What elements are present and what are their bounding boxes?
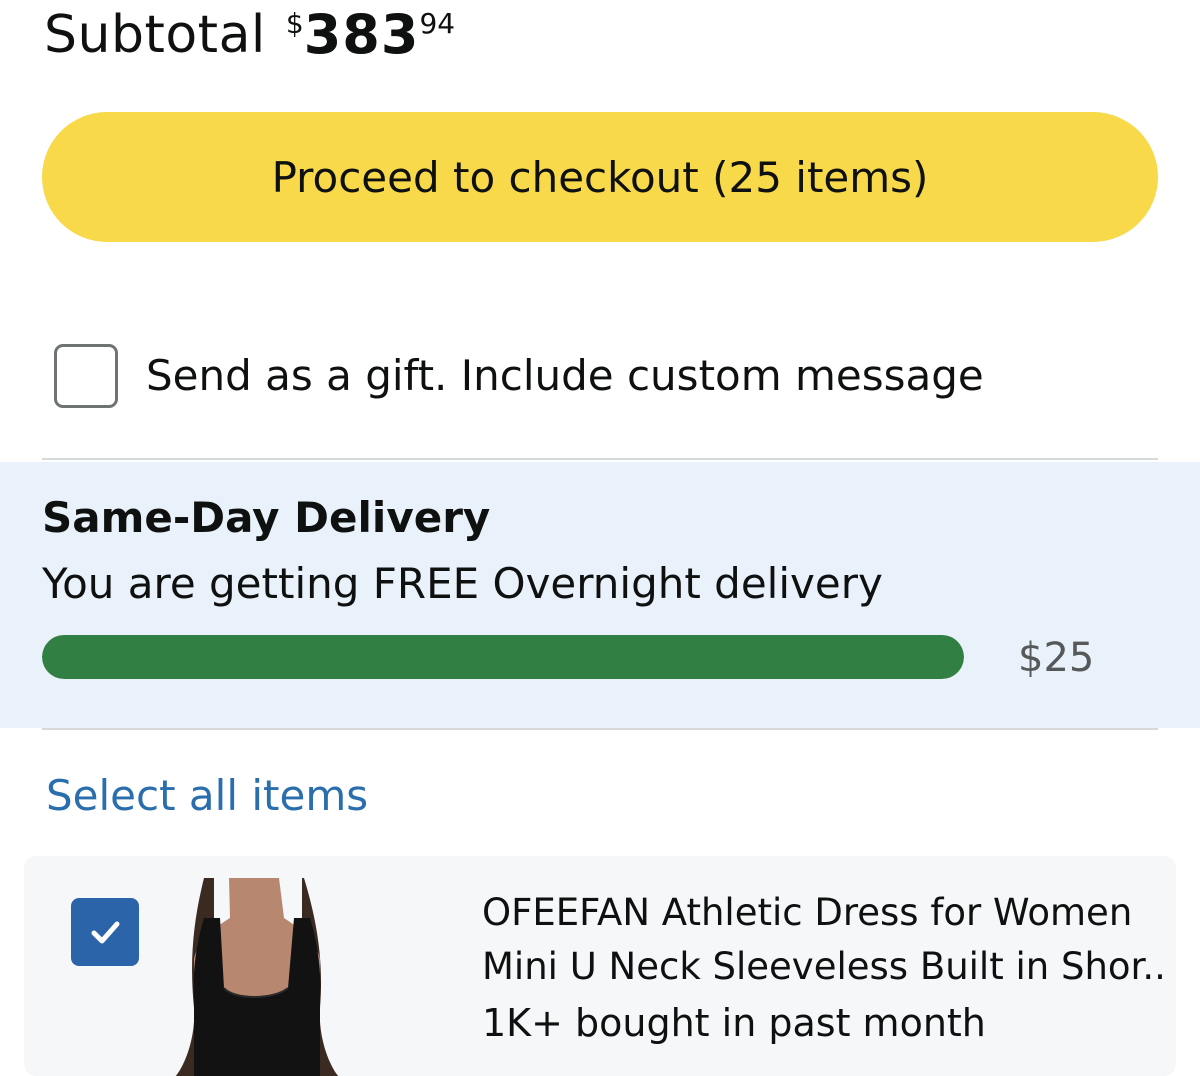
cart-item: OFEEFAN Athletic Dress for Women Mini U … <box>24 856 1176 1076</box>
gift-label: Send as a gift. Include custom message <box>146 351 984 400</box>
price-whole: 383 <box>303 3 420 66</box>
gift-checkbox[interactable] <box>54 344 118 408</box>
delivery-progress-bar <box>42 635 964 679</box>
product-title-line: OFEEFAN Athletic Dress for Women <box>482 891 1133 934</box>
checkmark-icon <box>91 921 120 944</box>
proceed-to-checkout-button[interactable]: Proceed to checkout (25 items) <box>42 112 1158 242</box>
divider <box>42 458 1158 460</box>
price-fraction: 94 <box>419 7 456 40</box>
gift-option[interactable]: Send as a gift. Include custom message <box>54 344 984 408</box>
select-all-items-link[interactable]: Select all items <box>46 768 368 824</box>
divider <box>42 728 1158 730</box>
subtotal: Subtotal $ 383 94 <box>44 0 455 70</box>
product-title-line: Mini U Neck Sleeveless Built in Shor... <box>482 945 1162 988</box>
product-image[interactable] <box>134 878 374 1076</box>
subtotal-price: $ 383 94 <box>286 0 455 70</box>
subtotal-label: Subtotal <box>44 5 266 65</box>
bought-in-past-month: 1K+ bought in past month <box>482 1001 986 1045</box>
product-title-link[interactable]: OFEEFAN Athletic Dress for Women Mini U … <box>482 886 1162 994</box>
delivery-threshold: $25 <box>1018 635 1095 681</box>
price-currency-symbol: $ <box>285 7 304 40</box>
item-checkbox[interactable] <box>71 898 139 966</box>
delivery-title: Same-Day Delivery <box>42 493 491 542</box>
same-day-delivery-panel: Same-Day Delivery You are getting FREE O… <box>0 462 1200 728</box>
delivery-subtitle: You are getting FREE Overnight delivery <box>42 559 883 608</box>
checkout-button-label: Proceed to checkout (25 items) <box>271 152 929 202</box>
delivery-progress-fill <box>42 635 964 679</box>
